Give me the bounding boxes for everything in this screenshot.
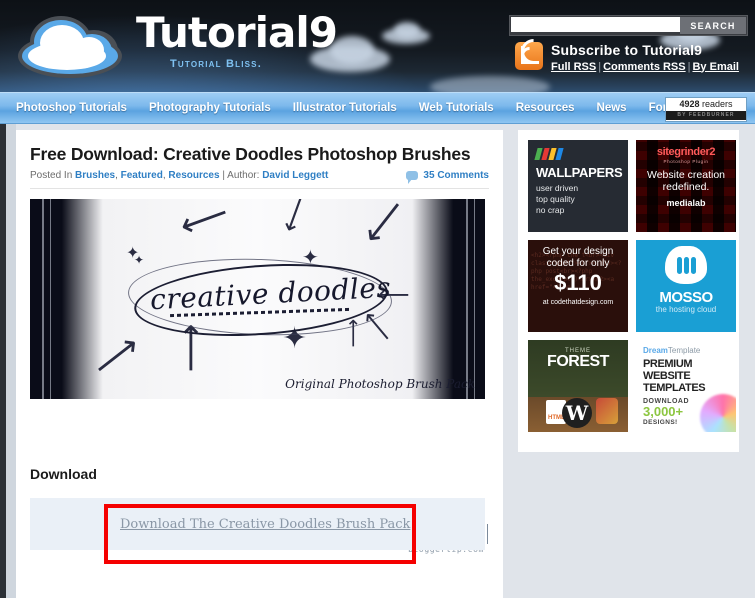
decorative-shape-icon bbox=[596, 398, 618, 424]
rss-title: Subscribe to Tutorial9 bbox=[551, 42, 703, 58]
ad-wallpapers-line2: top quality bbox=[536, 194, 575, 204]
search-input[interactable] bbox=[511, 17, 680, 32]
sidebar: WALLPAPERS user driven top quality no cr… bbox=[518, 130, 739, 452]
ad-themeforest-big: FOREST bbox=[547, 353, 609, 370]
comments-count-label: 35 Comments bbox=[423, 170, 489, 181]
rss-link-full[interactable]: Full RSS bbox=[551, 61, 596, 73]
search-button[interactable]: SEARCH bbox=[680, 17, 746, 34]
ad-mosso-tagline: the hosting cloud bbox=[655, 305, 717, 314]
post-category-brushes[interactable]: Brushes bbox=[75, 170, 115, 181]
feedburner-count: 4928 bbox=[679, 99, 700, 109]
nav-item-photoshop-tutorials[interactable]: Photoshop Tutorials bbox=[16, 102, 127, 114]
ad-sitegrinder[interactable]: sitegrinder2 Photoshop Plugin Website cr… bbox=[636, 140, 736, 232]
ad-dt-headline: PREMIUM WEBSITE TEMPLATES bbox=[643, 358, 706, 394]
featured-image-caption: Original Photoshop Brush Pack bbox=[285, 377, 475, 391]
rss-link-email[interactable]: By Email bbox=[692, 61, 738, 73]
post-meta-prefix: Posted In bbox=[30, 170, 73, 181]
comment-bubble-icon bbox=[406, 171, 419, 184]
post-author-label: Author: bbox=[227, 170, 260, 181]
ad-mosso[interactable]: MOSSO the hosting cloud bbox=[636, 240, 736, 332]
download-link[interactable]: Download The Creative Doodles Brush Pack bbox=[120, 517, 410, 532]
ad-dt-brand-b: Template bbox=[667, 346, 701, 355]
wallpapers-bars-icon bbox=[534, 148, 620, 160]
nav-item-photography-tutorials[interactable]: Photography Tutorials bbox=[149, 102, 271, 114]
download-heading: Download bbox=[30, 466, 97, 482]
post-category-resources[interactable]: Resources bbox=[168, 170, 219, 181]
comments-link[interactable]: 35 Comments bbox=[406, 170, 489, 184]
rss-links: Full RSS | Comments RSS | By Email bbox=[551, 61, 739, 75]
post-author-link[interactable]: David Leggett bbox=[262, 170, 328, 181]
ad-sitegrinder-sub: Photoshop Plugin bbox=[663, 159, 709, 164]
post-category-featured[interactable]: Featured bbox=[121, 170, 163, 181]
decorative-cloud-icon bbox=[430, 76, 550, 92]
ad-code-line2: coded for only bbox=[546, 258, 610, 269]
feedburner-unit: readers bbox=[702, 99, 733, 109]
ad-sitegrinder-headline: Website creation redefined. bbox=[646, 169, 725, 193]
ad-wallpapers-title: WALLPAPERS bbox=[536, 165, 623, 180]
page-title: Free Download: Creative Doodles Photosho… bbox=[30, 144, 471, 164]
featured-image: ⟶ ⟶ ⟶ ⟶ ⟶ ⟶ ⟶ ⟶ ✦ ✦ ✦ ✦ creative doodles… bbox=[30, 199, 485, 399]
ad-dreamtemplate[interactable]: DreamTemplate PREMIUM WEBSITE TEMPLATES … bbox=[636, 340, 736, 432]
page-root: Tutorial9 Tutorial Bliss. SEARCH Subscri… bbox=[0, 0, 755, 598]
search-bar: SEARCH bbox=[509, 15, 748, 36]
post-meta: Posted In Brushes, Featured, Resources |… bbox=[30, 170, 489, 189]
sidebar-ads: WALLPAPERS user driven top quality no cr… bbox=[518, 130, 739, 442]
site-tagline: Tutorial Bliss. bbox=[170, 58, 262, 70]
main-navigation: Photoshop Tutorials Photography Tutorial… bbox=[0, 92, 755, 124]
nav-item-resources[interactable]: Resources bbox=[516, 102, 575, 114]
site-logo-text[interactable]: Tutorial9 bbox=[136, 12, 338, 54]
site-logo-cloud-icon[interactable] bbox=[14, 8, 124, 80]
ad-wallpapers-line3: no crap bbox=[536, 205, 565, 215]
ad-mosso-brand: MOSSO bbox=[659, 289, 713, 306]
feedburner-badge[interactable]: 4928 readers BY FEEDBURNER bbox=[665, 97, 747, 122]
rss-subscribe: Subscribe to Tutorial9 Full RSS | Comments… bbox=[515, 33, 739, 75]
page-rail-light bbox=[6, 92, 16, 598]
download-box: Download The Creative Doodles Brush Pack bbox=[30, 498, 485, 550]
nav-item-illustrator-tutorials[interactable]: Illustrator Tutorials bbox=[293, 102, 397, 114]
ad-sitegrinder-brand: sitegrinder2 bbox=[656, 146, 716, 158]
ad-sitegrinder-sponsor: medialab bbox=[666, 198, 706, 208]
ad-wallpapers-line1: user driven bbox=[536, 183, 579, 193]
site-header: Tutorial9 Tutorial Bliss. SEARCH Subscri… bbox=[0, 0, 755, 92]
ad-code-price: $110 bbox=[554, 270, 602, 295]
ad-code-url: at codethatdesign.com bbox=[542, 299, 614, 306]
nav-item-news[interactable]: News bbox=[597, 102, 627, 114]
decorative-cloud-icon bbox=[394, 22, 420, 38]
mosso-logo-icon bbox=[665, 246, 707, 284]
article-panel: Free Download: Creative Doodles Photosho… bbox=[16, 130, 503, 598]
feedburner-attribution: BY FEEDBURNER bbox=[666, 111, 746, 120]
ad-code-line1: Get your design bbox=[542, 246, 614, 257]
ad-themeforest[interactable]: THEME FOREST HTML W bbox=[528, 340, 628, 432]
ad-wallpapers[interactable]: WALLPAPERS user driven top quality no cr… bbox=[528, 140, 628, 232]
wordpress-icon: W bbox=[562, 398, 592, 428]
ad-dt-brand-a: Dream bbox=[643, 346, 668, 355]
rss-link-comments[interactable]: Comments RSS bbox=[603, 61, 686, 73]
ad-codethatdesign[interactable]: <h2><?php the_t<br><div class="post"><br… bbox=[528, 240, 628, 332]
rss-icon[interactable] bbox=[515, 33, 552, 70]
nav-item-web-tutorials[interactable]: Web Tutorials bbox=[419, 102, 494, 114]
